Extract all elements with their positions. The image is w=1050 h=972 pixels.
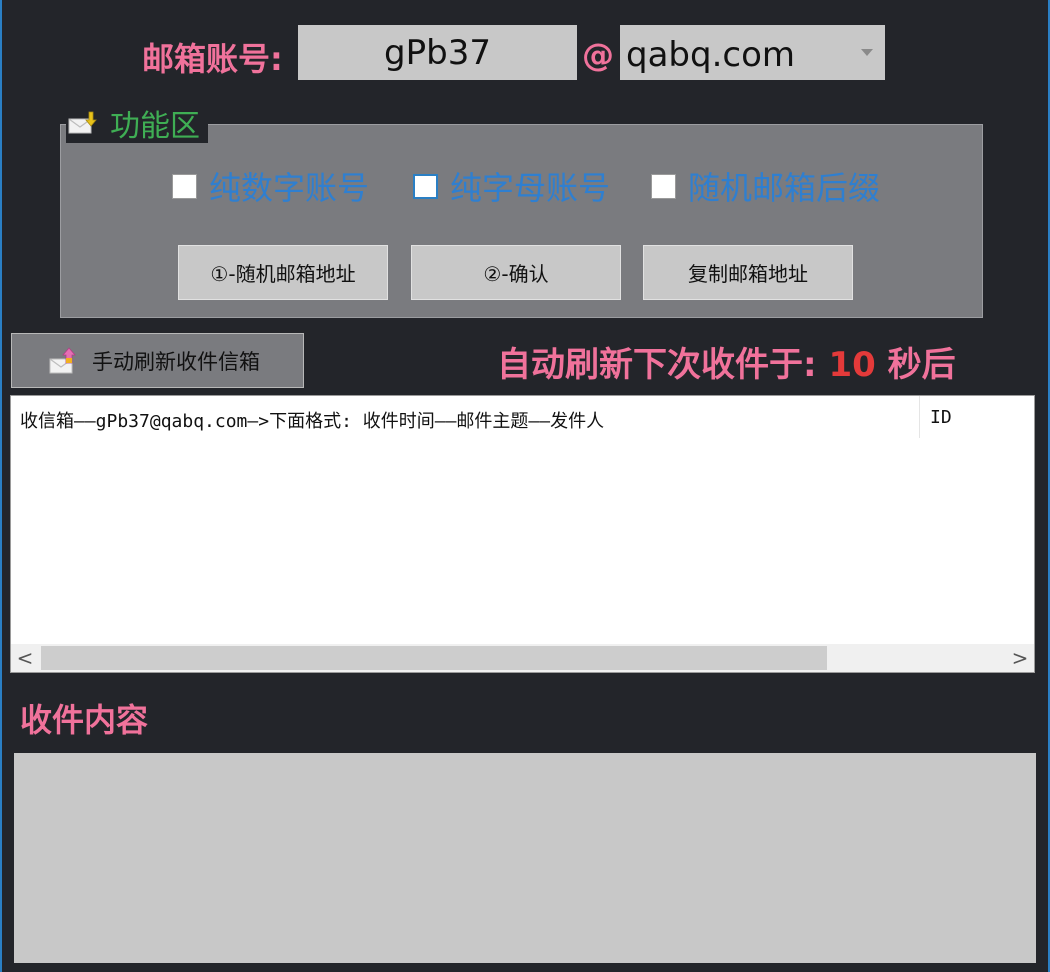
auto-refresh-prefix: 自动刷新下次收件于:: [497, 345, 817, 385]
username-input[interactable]: [298, 25, 577, 80]
at-sign: @: [582, 36, 614, 74]
confirm-button[interactable]: ②-确认: [411, 245, 621, 300]
refresh-countdown: 10: [828, 345, 876, 385]
inbox-column-header-id[interactable]: ID: [930, 407, 952, 428]
scroll-left-icon[interactable]: <: [11, 644, 39, 672]
numeric-account-label[interactable]: 纯数字账号: [209, 163, 369, 209]
alpha-account-label[interactable]: 纯字母账号: [450, 163, 610, 209]
scrollbar-thumb[interactable]: [41, 646, 827, 670]
inbox-list-header: 收信箱——gPb37@qabq.com—>下面格式: 收件时间——邮件主题——发…: [11, 396, 1034, 438]
inbox-list[interactable]: 收信箱——gPb37@qabq.com—>下面格式: 收件时间——邮件主题——发…: [10, 395, 1035, 673]
inbox-column-divider[interactable]: [919, 396, 920, 438]
mail-upload-icon: [49, 346, 76, 373]
mail-content-area[interactable]: [14, 753, 1036, 963]
manual-refresh-button[interactable]: 手动刷新收件信箱: [11, 333, 304, 388]
manual-refresh-label: 手动刷新收件信箱: [92, 349, 260, 374]
inbox-horizontal-scrollbar[interactable]: < >: [11, 644, 1034, 672]
copy-address-button[interactable]: 复制邮箱地址: [643, 245, 853, 300]
function-area-title-text: 功能区: [110, 109, 200, 144]
numeric-account-checkbox[interactable]: [172, 173, 197, 199]
chevron-down-icon[interactable]: [861, 49, 873, 56]
mail-download-icon: [68, 111, 97, 134]
scroll-right-icon[interactable]: >: [1006, 644, 1034, 672]
auto-refresh-suffix: 秒后: [887, 345, 956, 385]
function-area-title: 功能区: [66, 103, 208, 144]
alpha-account-checkbox[interactable]: [413, 173, 438, 199]
domain-select[interactable]: qabq.com: [620, 25, 885, 80]
auto-refresh-status: 自动刷新下次收件于: 10 秒后: [497, 337, 956, 386]
domain-select-value: qabq.com: [626, 35, 796, 75]
inbox-column-header-main[interactable]: 收信箱——gPb37@qabq.com—>下面格式: 收件时间——邮件主题——发…: [20, 407, 604, 433]
random-address-button[interactable]: ①-随机邮箱地址: [178, 245, 388, 300]
random-suffix-label[interactable]: 随机邮箱后缀: [688, 163, 880, 209]
option-alpha-account[interactable]: 纯字母账号: [413, 163, 610, 209]
option-numeric-account[interactable]: 纯数字账号: [172, 163, 369, 209]
random-suffix-checkbox[interactable]: [651, 173, 676, 199]
account-label: 邮箱账号:: [142, 40, 283, 78]
window-border-left: [0, 0, 2, 972]
mail-content-title: 收件内容: [20, 701, 149, 739]
option-random-suffix[interactable]: 随机邮箱后缀: [651, 163, 880, 209]
